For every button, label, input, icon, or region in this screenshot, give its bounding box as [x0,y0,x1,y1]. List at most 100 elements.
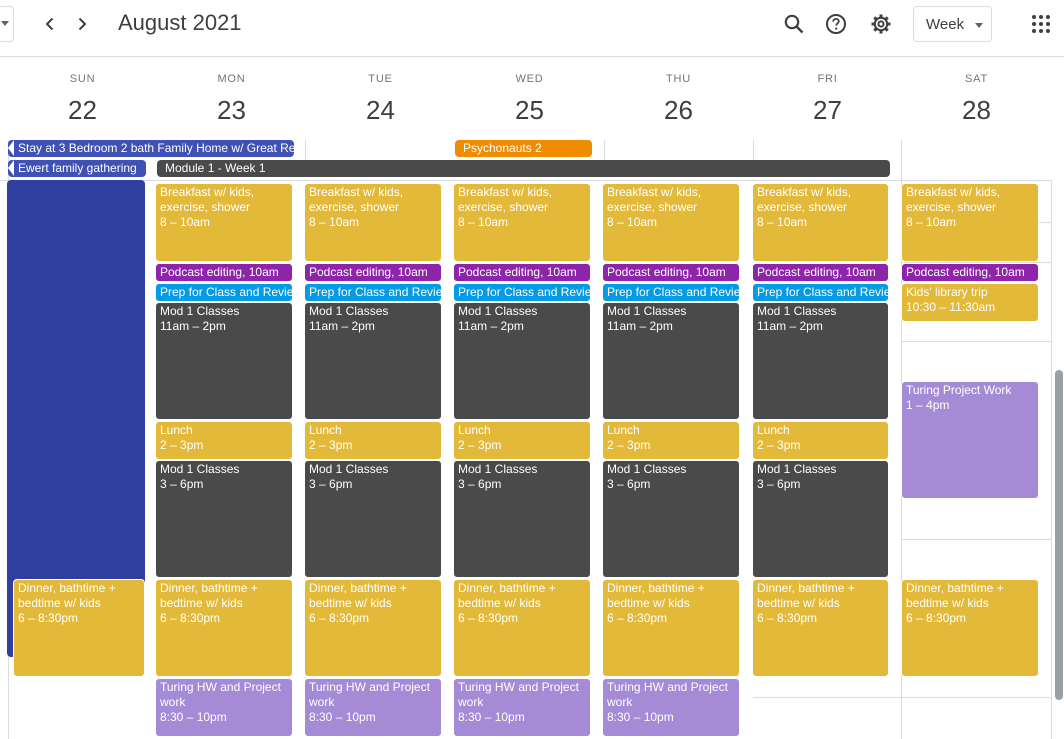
event-title: Dinner, bathtime + bedtime w/ kids [18,581,116,610]
event-mod-pm[interactable]: Mod 1 Classes 3 – 6pm [155,460,293,578]
column-divider [305,140,306,160]
event-podcast[interactable]: Podcast editing, 10am [602,263,740,282]
next-week-button[interactable] [66,8,98,40]
help-icon [826,14,846,34]
all-day-event-stay[interactable]: Stay at 3 Bedroom 2 bath Family Home w/ … [8,140,294,157]
event-podcast[interactable]: Podcast editing, 10am [304,263,442,282]
event-dinner[interactable]: Dinner, bathtime + bedtime w/ kids 6 – 8:… [453,579,591,677]
event-mod-pm[interactable]: Mod 1 Classes 3 – 6pm [453,460,591,578]
event-mod-pm[interactable]: Mod 1 Classes 3 – 6pm [752,460,889,578]
event-time: 6 – 8:30pm [607,611,668,625]
apps-grid-icon [1032,15,1050,33]
event-prep[interactable]: Prep for Class and Revie [155,283,293,302]
event-dinner[interactable]: Dinner, bathtime + bedtime w/ kids 6 – 8:… [304,579,442,677]
event-podcast[interactable]: Podcast editing, 10am [453,263,591,282]
day-number[interactable]: 28 [902,90,1051,130]
event-title: Mod 1 Classes [458,304,538,318]
help-button[interactable] [820,8,852,40]
day-header-thu[interactable]: THU 26 [604,70,753,130]
event-time: 8:30 – 10pm [607,710,674,724]
event-turing-hw[interactable]: Turing HW and Project work 8:30 – 10pm [304,678,442,737]
event-turing-hw[interactable]: Turing HW and Project work 8:30 – 10pm [602,678,740,737]
event-turing-hw[interactable]: Turing HW and Project work 8:30 – 10pm [155,678,293,737]
event-time: 3 – 6pm [607,477,651,491]
event-prep[interactable]: Prep for Class and Revie [304,283,442,302]
settings-button[interactable] [865,8,897,40]
event-mod-pm[interactable]: Mod 1 Classes 3 – 6pm [602,460,740,578]
event-title: Stay at 3 Bedroom 2 bath Family Home w/ … [18,141,294,155]
gear-icon [871,14,891,34]
event-lunch[interactable]: Lunch 2 – 3pm [752,421,889,460]
event-mod-am[interactable]: Mod 1 Classes 11am – 2pm [304,302,442,420]
event-turing-project[interactable]: Turing Project Work 1 – 4pm [901,381,1039,499]
event-title: Mod 1 Classes [309,304,389,318]
event-dinner[interactable]: Dinner, bathtime + bedtime w/ kids 6 – 8:… [155,579,293,677]
caret-down-icon [975,23,983,28]
event-dinner[interactable]: Dinner, bathtime + bedtime w/ kids 6 – 8:… [752,579,889,677]
event-time: 8 – 10am [458,215,509,229]
event-podcast[interactable]: Podcast editing, 10am [752,263,889,282]
event-mod-pm[interactable]: Mod 1 Classes 3 – 6pm [304,460,442,578]
day-number[interactable]: 26 [604,90,753,130]
event-breakfast[interactable]: Breakfast w/ kids, exercise, shower 8 – 1… [602,183,740,262]
event-turing-hw[interactable]: Turing HW and Project work 8:30 – 10pm [453,678,591,737]
apps-button[interactable] [1025,8,1057,40]
event-lunch[interactable]: Lunch 2 – 3pm [602,421,740,460]
event-dinner[interactable]: Dinner, bathtime + bedtime w/ kids 6 – 8:… [13,579,145,677]
day-of-week: SAT [965,73,988,85]
event-breakfast[interactable]: Breakfast w/ kids, exercise, shower 8 – 1… [453,183,591,262]
event-title: Mod 1 Classes [160,462,240,476]
event-title: Dinner, bathtime + bedtime w/ kids [757,581,855,610]
event-podcast[interactable]: Podcast editing, 10am [901,263,1039,282]
all-day-event-ewert[interactable]: Ewert family gathering [8,160,146,177]
event-title: Podcast editing [458,265,541,279]
event-breakfast[interactable]: Breakfast w/ kids, exercise, shower 8 – 1… [901,183,1039,262]
event-mod-am[interactable]: Mod 1 Classes 11am – 2pm [602,302,740,420]
vertical-scrollbar[interactable] [1055,370,1063,700]
event-library-trip[interactable]: Kids' library trip 10:30 – 11:30am [901,283,1039,322]
event-prep[interactable]: Prep for Class and Revie [453,283,591,302]
search-button[interactable] [778,8,810,40]
event-title: Breakfast w/ kids, exercise, shower [309,185,404,214]
event-lunch[interactable]: Lunch 2 – 3pm [304,421,442,460]
event-title: Lunch [458,423,491,437]
event-breakfast[interactable]: Breakfast w/ kids, exercise, shower 8 – 1… [155,183,293,262]
day-number[interactable]: 24 [306,90,455,130]
event-title: Lunch [607,423,640,437]
day-header-fri[interactable]: FRI 27 [753,70,902,130]
chevron-right-icon [78,17,87,31]
all-day-event-psychonauts[interactable]: Psychonauts 2 [455,140,592,157]
hour-line [901,539,1051,540]
event-dinner[interactable]: Dinner, bathtime + bedtime w/ kids 6 – 8:… [602,579,740,677]
event-breakfast[interactable]: Breakfast w/ kids, exercise, shower 8 – 1… [752,183,889,262]
event-title: Mod 1 Classes [309,462,389,476]
event-title: Breakfast w/ kids, exercise, shower [607,185,702,214]
day-number[interactable]: 22 [8,90,157,130]
event-dinner[interactable]: Dinner, bathtime + bedtime w/ kids 6 – 8:… [901,579,1039,677]
event-mod-am[interactable]: Mod 1 Classes 11am – 2pm [155,302,293,420]
event-title: Ewert family gathering [18,161,137,175]
event-time: 8:30 – 10pm [160,710,227,724]
all-day-event-module[interactable]: Module 1 - Week 1 [157,160,890,177]
day-header-sun[interactable]: SUN 22 [8,70,157,130]
day-number[interactable]: 27 [753,90,902,130]
event-prep[interactable]: Prep for Class and Revie [752,283,889,302]
event-breakfast[interactable]: Breakfast w/ kids, exercise, shower 8 – 1… [304,183,442,262]
event-mod-am[interactable]: Mod 1 Classes 11am – 2pm [752,302,889,420]
previous-week-button[interactable] [34,8,66,40]
day-header-mon[interactable]: MON 23 [157,70,306,130]
event-prep[interactable]: Prep for Class and Revie [602,283,740,302]
day-header-tue[interactable]: TUE 24 [306,70,455,130]
event-lunch[interactable]: Lunch 2 – 3pm [155,421,293,460]
day-number[interactable]: 25 [455,90,604,130]
day-header-wed[interactable]: WED 25 [455,70,604,130]
event-podcast[interactable]: Podcast editing, 10am [155,263,293,282]
view-selector[interactable]: Week [913,6,992,42]
event-time: 6 – 8:30pm [160,611,221,625]
day-header-sat[interactable]: SAT 28 [902,70,1051,130]
day-number[interactable]: 23 [157,90,306,130]
event-mod-am[interactable]: Mod 1 Classes 11am – 2pm [453,302,591,420]
event-lunch[interactable]: Lunch 2 – 3pm [453,421,591,460]
event-title: Mod 1 Classes [757,462,837,476]
main-menu-dropdown[interactable] [0,6,14,42]
